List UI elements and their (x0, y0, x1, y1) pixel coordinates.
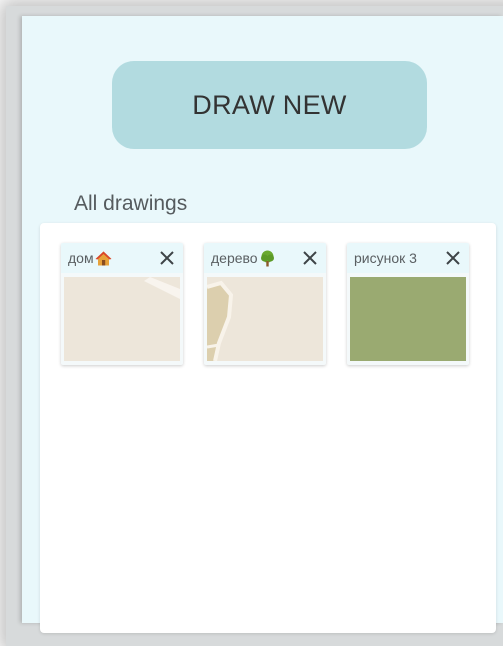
drawing-title-text: дерево (211, 250, 258, 266)
house-emoji-icon (95, 250, 112, 267)
drawing-card[interactable]: дом (61, 243, 183, 365)
drawing-card-header: рисунок 3 (347, 243, 469, 273)
drawing-thumbnail (207, 277, 323, 361)
draw-new-button[interactable]: DRAW NEW (112, 61, 427, 149)
close-icon (446, 251, 460, 265)
drawings-list: дом дерево рисунок 3 (40, 223, 496, 633)
drawing-title-text: дом (68, 250, 94, 266)
tree-emoji-icon (259, 250, 276, 267)
all-drawings-heading: All drawings (74, 192, 188, 215)
drawing-card-header: дом (61, 243, 183, 273)
delete-drawing-button[interactable] (443, 248, 463, 268)
drawing-card-header: дерево (204, 243, 326, 273)
drawing-title: дерево (211, 250, 276, 267)
delete-drawing-button[interactable] (157, 248, 177, 268)
drawing-card[interactable]: дерево (204, 243, 326, 365)
drawing-card[interactable]: рисунок 3 (347, 243, 469, 365)
drawing-title: дом (68, 250, 112, 267)
delete-drawing-button[interactable] (300, 248, 320, 268)
drawings-screen: DRAW NEW All drawings дом дерево рисунок… (22, 16, 503, 633)
drawing-title: рисунок 3 (354, 250, 417, 266)
drawing-thumbnail (350, 277, 466, 361)
drawing-title-text: рисунок 3 (354, 250, 417, 266)
close-icon (160, 251, 174, 265)
close-icon (303, 251, 317, 265)
drawing-thumbnail (64, 277, 180, 361)
